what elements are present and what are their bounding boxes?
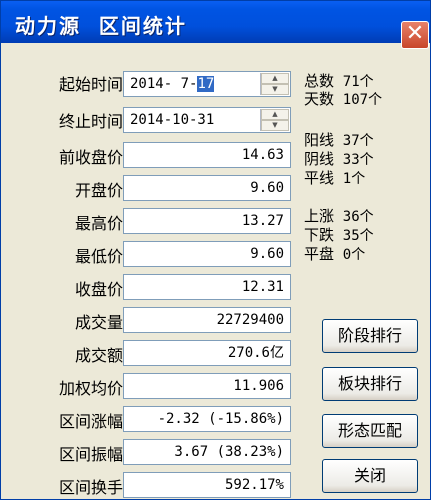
weighted-avg-price-label: 加权均价 — [58, 379, 123, 398]
range-turnover-value: 592.17% — [123, 472, 291, 498]
stat-flat-line: 平线 1个 — [304, 170, 365, 187]
stat-yang-value: 37个 — [342, 133, 374, 149]
start-date-spinner[interactable]: ▲ ▼ — [260, 73, 289, 95]
range-turnover-label: 区间换手 — [58, 478, 123, 497]
close-icon[interactable]: ✕ — [401, 21, 429, 49]
stage-rank-button[interactable]: 阶段排行 — [322, 319, 418, 353]
stat-flat-line-value: 1个 — [342, 171, 366, 187]
low-price-value: 9.60 — [123, 241, 291, 267]
stat-up: 上涨 36个 — [304, 208, 374, 225]
range-change-value: -2.32 (-15.86%) — [123, 406, 291, 432]
close-price-value: 12.31 — [123, 274, 291, 300]
weighted-avg-price-value: 11.906 — [123, 373, 291, 399]
spin-up-icon[interactable]: ▲ — [261, 73, 289, 84]
range-amplitude-label: 区间振幅 — [58, 445, 123, 464]
open-price-label: 开盘价 — [74, 181, 123, 200]
stat-yin-label: 阴线 — [304, 150, 335, 168]
close-price-label: 收盘价 — [74, 280, 123, 299]
spin-down-icon[interactable]: ▼ — [261, 120, 289, 131]
range-amplitude-value: 3.67 (38.23%) — [123, 439, 291, 465]
stat-yin: 阴线 33个 — [304, 151, 374, 168]
end-date-label: 终止时间 — [58, 112, 123, 131]
stat-down: 下跌 35个 — [304, 227, 374, 244]
high-price-label: 最高价 — [74, 214, 123, 233]
stat-yang: 阳线 37个 — [304, 132, 374, 149]
window-title: 动力源 区间统计 — [15, 14, 187, 38]
title-bar[interactable]: 动力源 区间统计 ✕ — [1, 1, 430, 49]
volume-label: 成交量 — [74, 313, 123, 332]
stat-days-label: 天数 — [304, 90, 335, 108]
volume-value: 22729400 — [123, 307, 291, 333]
open-price-value: 9.60 — [123, 175, 291, 201]
stat-days-value: 107个 — [342, 92, 383, 108]
pattern-match-button[interactable]: 形态匹配 — [322, 414, 418, 448]
stat-down-label: 下跌 — [304, 226, 335, 244]
sector-rank-button[interactable]: 板块排行 — [322, 367, 418, 401]
spin-up-icon[interactable]: ▲ — [261, 109, 289, 120]
start-date-label: 起始时间 — [58, 75, 123, 94]
prev-close-label: 前收盘价 — [58, 148, 123, 167]
low-price-label: 最低价 — [74, 247, 123, 266]
start-date-value: 2014- 7- — [130, 76, 198, 92]
stat-yang-label: 阳线 — [304, 131, 335, 149]
stat-unchanged-label: 平盘 — [304, 245, 335, 263]
stat-unchanged-value: 0个 — [342, 247, 366, 263]
range-stats-dialog: 动力源 区间统计 ✕ 起始时间 2014- 7-17 ▲ ▼ 终止时间 2014… — [0, 0, 431, 500]
stat-total: 总数 71个 — [304, 73, 374, 90]
end-date-spinner[interactable]: ▲ ▼ — [260, 109, 289, 131]
stat-up-value: 36个 — [342, 209, 374, 225]
stat-total-label: 总数 — [304, 72, 335, 90]
stat-down-value: 35个 — [342, 228, 374, 244]
stat-up-label: 上涨 — [304, 207, 335, 225]
prev-close-value: 14.63 — [123, 142, 291, 168]
stat-flat-line-label: 平线 — [304, 169, 335, 187]
stat-days: 天数 107个 — [304, 91, 382, 108]
stat-unchanged: 平盘 0个 — [304, 246, 365, 263]
close-button[interactable]: 关闭 — [322, 459, 418, 493]
start-date-selected-day: 17 — [197, 76, 215, 92]
stat-total-value: 71个 — [342, 74, 374, 90]
spin-down-icon[interactable]: ▼ — [261, 84, 289, 95]
turnover-amount-label: 成交额 — [74, 346, 123, 365]
high-price-value: 13.27 — [123, 208, 291, 234]
turnover-amount-value: 270.6亿 — [123, 340, 291, 366]
range-change-label: 区间涨幅 — [58, 412, 123, 431]
stat-yin-value: 33个 — [342, 152, 374, 168]
